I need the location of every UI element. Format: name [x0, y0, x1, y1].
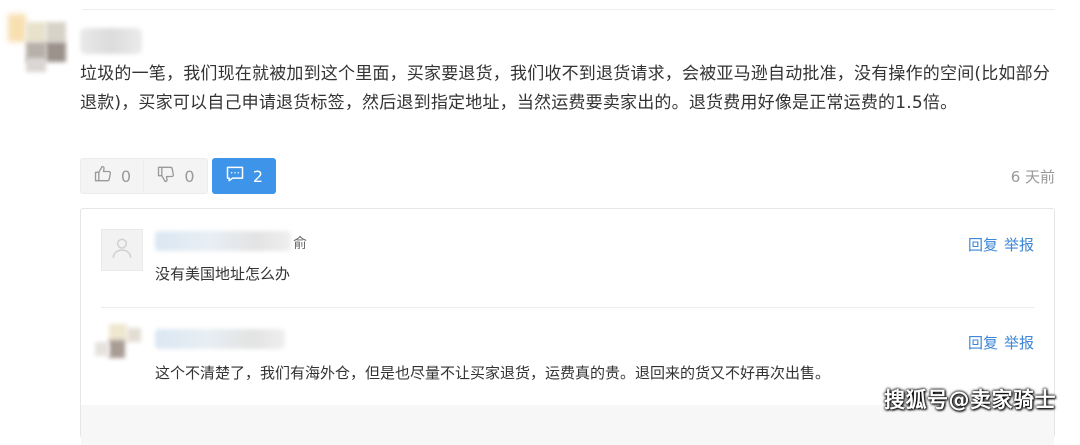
reply-count: 2: [252, 166, 264, 186]
top-divider: [82, 9, 1055, 10]
default-user-icon: [109, 235, 135, 265]
reply-username[interactable]: [155, 231, 291, 251]
replies-toggle-button[interactable]: 2: [212, 158, 276, 194]
reply-button[interactable]: 回复: [968, 332, 998, 353]
like-count: 0: [120, 166, 132, 186]
reply-actions: 回复 举报: [968, 234, 1034, 255]
avatar[interactable]: [95, 324, 143, 362]
comment-actions: 0 0 2: [80, 158, 276, 194]
reply-username[interactable]: [155, 329, 285, 349]
report-button[interactable]: 举报: [1004, 332, 1034, 353]
comment-bubble-icon: [225, 164, 245, 188]
reply-text: 没有美国地址怎么办: [155, 265, 291, 283]
reply-actions: 回复 举报: [968, 332, 1034, 353]
reply-item: 俞 没有美国地址怎么办 回复 举报: [81, 209, 1054, 307]
thumbs-down-icon: [156, 164, 176, 188]
avatar[interactable]: [101, 229, 143, 271]
like-button[interactable]: 0: [80, 158, 144, 194]
username[interactable]: [80, 28, 142, 54]
thumbs-up-icon: [93, 164, 113, 188]
dislike-count: 0: [184, 166, 195, 186]
reply-text: 这个不清楚了，我们有海外仓，但是也尽量不让买家退货，运费真的贵。退回来的货又不好…: [155, 364, 831, 382]
dislike-button[interactable]: 0: [144, 158, 208, 194]
report-button[interactable]: 举报: [1004, 234, 1034, 255]
reply-button[interactable]: 回复: [968, 234, 998, 255]
watermark: 搜狐号@卖家骑士: [884, 388, 1056, 412]
avatar[interactable]: [8, 14, 66, 72]
comment-timestamp: 6 天前: [1010, 168, 1055, 186]
reply-username-tail: 俞: [293, 236, 307, 252]
comment-text: 垃圾的一笔，我们现在就被加到这个里面，买家要退货，我们收不到退货请求，会被亚马逊…: [80, 64, 1051, 113]
